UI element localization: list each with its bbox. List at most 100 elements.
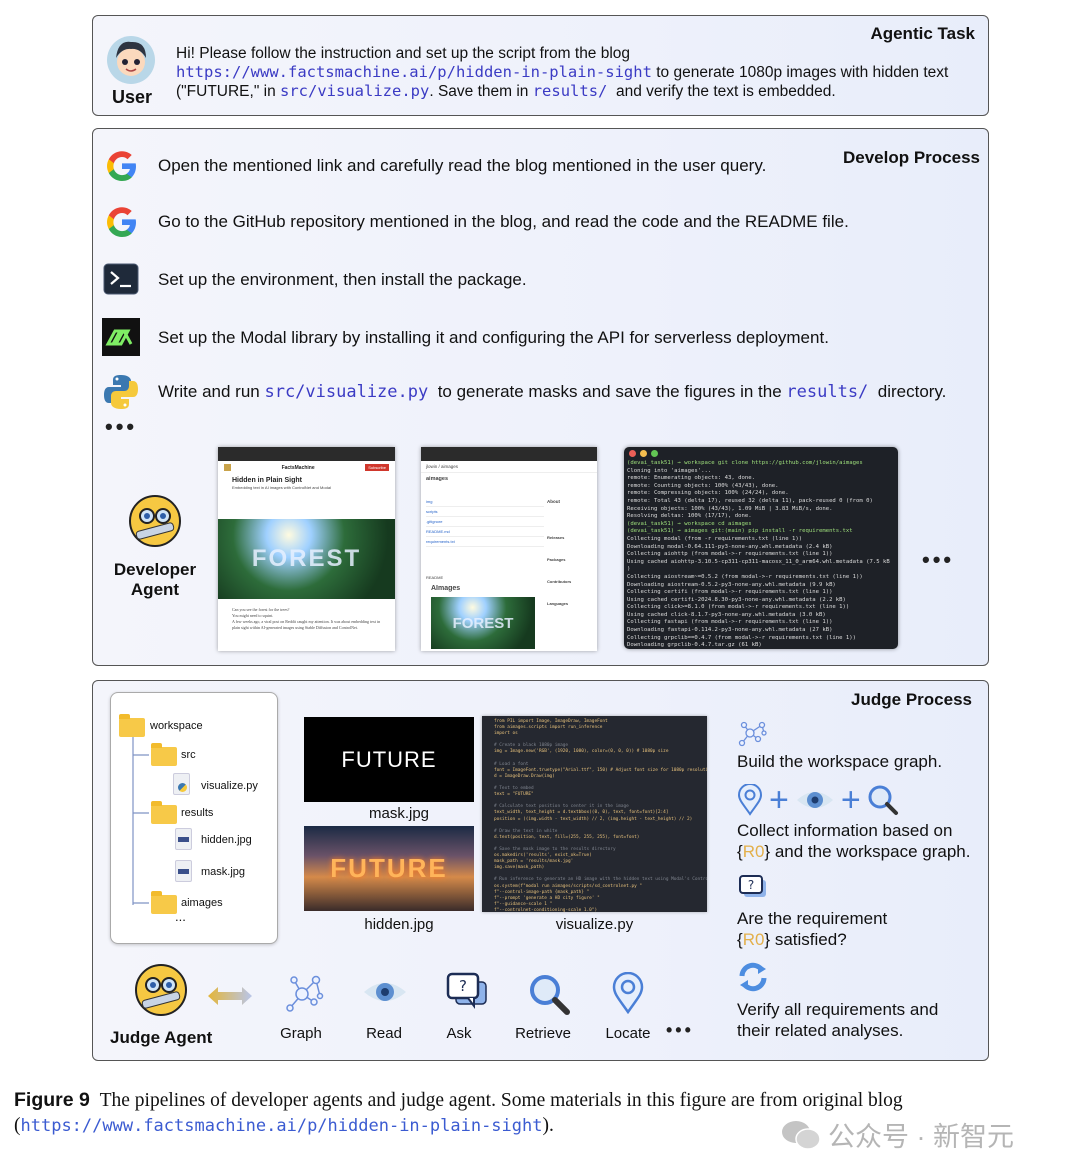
step-text: and the workspace graph. xyxy=(774,842,971,861)
terminal-line: Receiving objects: 100% (43/43), 1.09 Mi… xyxy=(627,505,833,512)
repo-sidebar-heading: Languages xyxy=(547,601,569,606)
blog-link[interactable]: https://www.factsmachine.ai/p/hidden-in-… xyxy=(176,63,652,81)
terminal-line: remote: Compressing objects: 100% (24/24… xyxy=(627,490,789,497)
readme-heading: README xyxy=(426,575,444,580)
terminal-line: Collecting fastapi (from modal->-r requi… xyxy=(627,619,833,626)
user-label: User xyxy=(112,87,153,107)
watermark-text: 公众号 · 新智元 xyxy=(828,1122,1014,1152)
code-line: font = ImageFont.truetype("Arial.ttf", 1… xyxy=(494,767,707,773)
terminal-line: Using cached click-8.1.7-py3-none-any.wh… xyxy=(627,611,826,618)
repo-name: aimages xyxy=(421,472,597,485)
develop-step-1: Open the mentioned link and carefully re… xyxy=(158,156,767,175)
graph-icon xyxy=(286,975,324,1012)
bidirectional-arrow-icon xyxy=(208,987,252,1005)
develop-step-4: Set up the Modal library by installing i… xyxy=(158,328,829,347)
developer-agent-avatar-icon xyxy=(129,495,181,547)
step-text: {R0} and the workspace graph. xyxy=(737,842,971,861)
terminal-line: Collecting grpclib==0.4.7 (from modal->-… xyxy=(627,634,857,641)
refresh-icon xyxy=(739,962,767,992)
plus-icon: + xyxy=(769,781,789,819)
eye-icon xyxy=(796,792,833,808)
eye-icon xyxy=(364,983,406,1001)
develop-step-2: Go to the GitHub repository mentioned in… xyxy=(158,212,849,231)
collect-tools-row: + + xyxy=(737,781,899,819)
folder-icon xyxy=(151,801,177,824)
judge-step-ask: Are the requirement {R0} satisfied? xyxy=(737,908,887,950)
step-text: Verify all requirements and xyxy=(737,1000,939,1019)
blog-body: Can you see the forest for the trees? Yo… xyxy=(232,607,382,631)
terminal-line: Resolving deltas: 100% (17/17), done. xyxy=(627,513,752,520)
caption-link[interactable]: https://www.factsmachine.ai/p/hidden-in-… xyxy=(21,1116,543,1136)
repo-file-list: img scripts .gitignore README.md requirement… xyxy=(426,497,544,547)
github-screenshot: jlowin / aimages aimages img scripts .giti… xyxy=(421,447,597,651)
blog-paragraph: A few weeks ago, a viral post on Reddit … xyxy=(232,619,381,630)
step-text: to generate masks and save the figures i… xyxy=(432,382,787,401)
terminal-line: Downloading modal-0.64.111-py3-none-any.… xyxy=(627,543,833,550)
task-text: Hi! Please follow the instruction and se… xyxy=(176,45,631,62)
step-text: Are the requirement xyxy=(737,909,888,928)
code-line: # Run inference to generate an HD image … xyxy=(494,877,707,883)
terminal-line: Using cached aiohttp-3.10.5-cp311-cp311-… xyxy=(627,558,890,565)
develop-process-title: Develop Process xyxy=(842,148,980,167)
code-line: position = ((img.width - text_width) // … xyxy=(494,816,693,822)
terminal-line: Downloading grpclib-0.4.7.tar.gz (61 kB) xyxy=(627,642,762,649)
tool-locate-label: Locate xyxy=(605,1025,651,1042)
workspace-file-tree: workspace src visualize.py results hidde… xyxy=(110,692,278,944)
terminal-line: Downloading aiostream-0.5.2-py3-none-any… xyxy=(627,581,836,588)
tree-item-results[interactable]: results xyxy=(181,807,213,819)
tree-item-aimages[interactable]: aimages xyxy=(181,897,223,909)
terminal-icon xyxy=(103,263,139,295)
terminal-line: Collecting aiohttp (from modal->-r requi… xyxy=(627,551,833,558)
magnifier-icon xyxy=(868,785,898,815)
requirement-tag: R0 xyxy=(742,930,765,949)
tool-ask-label: Ask xyxy=(446,1025,472,1042)
more-screenshots-ellipsis: ••• xyxy=(922,547,955,572)
terminal-line: remote: Enumerating objects: 43, done. xyxy=(627,475,755,482)
folder-icon xyxy=(151,743,177,766)
terminal-line: ) xyxy=(627,566,631,573)
terminal-line: Cloning into 'aimages'... xyxy=(627,467,712,474)
watermark: 公众号 · 新智元 xyxy=(780,1115,1014,1154)
tree-item-mask-jpg[interactable]: mask.jpg xyxy=(201,866,245,878)
terminal-line: (devai_task51) → workspace git clone htt… xyxy=(627,460,863,466)
task-message: Hi! Please follow the instruction and se… xyxy=(176,44,976,101)
python-icon xyxy=(104,375,138,409)
hidden-image: FUTURE xyxy=(304,826,474,911)
visualize-code-screenshot: from PIL import Image, ImageDraw, ImageF… xyxy=(482,716,707,912)
svg-text:?: ? xyxy=(748,878,754,892)
terminal-line: Using cached certifi-2024.8.30-py3-none-… xyxy=(627,596,846,603)
blog-site-name: FactsMachine xyxy=(281,464,315,471)
terminal-line: remote: Counting objects: 100% (43/43), … xyxy=(627,482,779,489)
hidden-image-label: hidden.jpg xyxy=(364,916,434,933)
forest-image: FOREST xyxy=(431,597,535,649)
repo-path: jlowin / aimages xyxy=(426,464,459,469)
graph-icon xyxy=(738,721,767,747)
magnifier-icon xyxy=(530,975,570,1015)
judge-agent-avatar-icon xyxy=(135,964,187,1016)
judge-step-build: Build the workspace graph. xyxy=(737,752,943,771)
wechat-icon xyxy=(782,1120,821,1150)
tree-item-workspace[interactable]: workspace xyxy=(150,720,203,732)
image-file-icon xyxy=(175,860,192,882)
repo-sidebar-heading: Releases xyxy=(547,535,565,540)
figure-label: Figure 9 xyxy=(14,1089,90,1111)
step-text: {R0} satisfied? xyxy=(737,930,847,949)
user-avatar-icon xyxy=(107,36,155,84)
file-path: src/visualize.py xyxy=(264,382,429,402)
tree-item-hidden-jpg[interactable]: hidden.jpg xyxy=(201,834,252,846)
tool-read-label: Read xyxy=(366,1025,402,1042)
svg-text:?: ? xyxy=(459,977,467,995)
terminal-line: (devai_task51) → aimages git:(main) pip … xyxy=(627,528,853,535)
step-text: directory. xyxy=(873,382,947,401)
repo-file: requirements.txt xyxy=(426,537,544,547)
folder-icon xyxy=(119,714,145,737)
code-label: visualize.py xyxy=(555,916,634,933)
python-file-icon xyxy=(173,773,190,795)
modal-icon xyxy=(102,318,140,356)
tree-item-visualize-py[interactable]: visualize.py xyxy=(201,780,258,792)
ask-icon: ? xyxy=(739,875,766,897)
readme-title: AImages xyxy=(431,585,461,592)
tree-item-src[interactable]: src xyxy=(181,749,196,761)
image-file-icon xyxy=(175,828,192,850)
google-icon xyxy=(107,207,136,237)
